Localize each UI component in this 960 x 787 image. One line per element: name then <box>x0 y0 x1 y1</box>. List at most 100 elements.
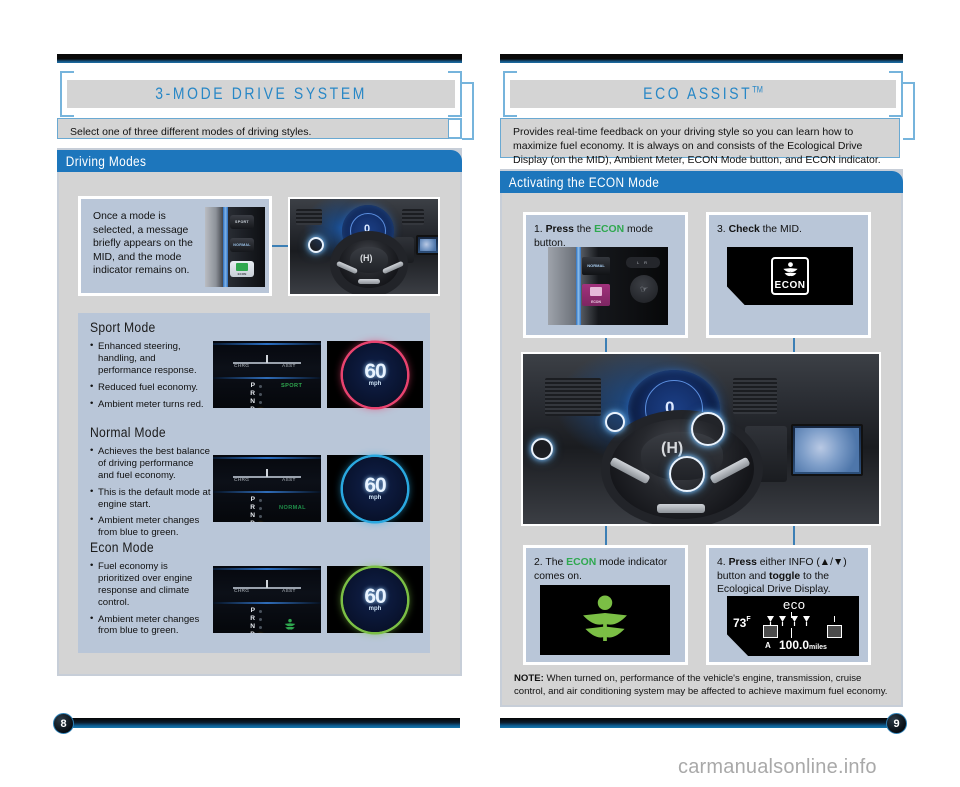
list-item: Reduced fuel economy. <box>90 381 212 394</box>
mode-button-highlight <box>308 237 324 253</box>
econ-badge: ECON <box>771 257 809 295</box>
odometer-unit: miles <box>809 644 827 651</box>
left-page-number: 8 <box>53 713 74 734</box>
right-page-number: 9 <box>886 713 907 734</box>
econ-ambient-gauge: 60 mph <box>327 566 423 633</box>
temperature-unit: F <box>746 616 751 623</box>
gear-dot-p <box>259 610 262 613</box>
step-4-number: 4. <box>717 557 726 568</box>
right-meter-swatch <box>827 625 842 638</box>
gear-d: D <box>245 520 255 522</box>
econ-leaf-icon <box>782 262 798 277</box>
step-2-before: The <box>545 557 567 568</box>
speed-unit: mph <box>368 381 382 387</box>
list-item: Fuel economy is prioritized over engine … <box>90 560 212 609</box>
econ-switch-photo[interactable]: ECON <box>582 284 610 306</box>
step-1-number: 1. <box>534 224 543 235</box>
nav-map-graphic <box>795 428 859 472</box>
ambient-ring-econ: 60 mph <box>343 567 407 632</box>
normal-ambient-gauge: 60 mph <box>327 455 423 522</box>
econ-button-photo: ECON <box>230 261 254 277</box>
odometer-reading: 100.0miles <box>779 638 827 652</box>
title-bracket-outer <box>462 82 474 140</box>
site-watermark: carmanualsonline.info <box>678 756 877 778</box>
list-item: Ambient meter changes from blue to green… <box>90 514 212 539</box>
driving-modes-header-label: Driving Modes <box>65 153 147 169</box>
chrg-label: CHRG <box>234 589 250 594</box>
gauge-needle <box>266 355 268 363</box>
intro-bracket-right <box>448 118 462 139</box>
step-4-bold: Press <box>728 557 757 568</box>
econ-mode-heading: Econ Mode <box>90 540 154 555</box>
gauge-needle <box>266 469 268 477</box>
sport-mid-display: CHRG ASST P R N D SPORT <box>213 341 321 408</box>
step4-connector-vertical <box>793 525 795 545</box>
gear-dot-r <box>259 393 262 396</box>
econ-mode-button-photo: NORMAL ECON L R ☞ <box>548 247 668 325</box>
mode-message-callout: Once a mode is selected, a message brief… <box>78 196 272 296</box>
right-intro-text: Provides real-time feedback on your driv… <box>500 118 900 166</box>
odometer-value: 100.0 <box>779 638 810 652</box>
mirror-dial-photo: ☞ <box>630 275 658 303</box>
sport-ambient-gauge: 60 mph <box>327 341 423 408</box>
step-1-accent: ECON <box>594 224 625 235</box>
list-item: Ambient meter changes from blue to green… <box>90 613 212 638</box>
driving-modes-header: Driving Modes <box>57 150 462 172</box>
page-title-text: ECO ASSIST <box>643 84 753 103</box>
mode-message-text: Once a mode is selected, a message brief… <box>93 211 193 277</box>
econ-button-highlight <box>531 438 553 460</box>
steering-wheel-dashboard-photo-large: 0 (H) <box>521 352 881 526</box>
right-page-title-box: ECO ASSISTTM <box>510 80 896 108</box>
normal-mode-bullets: Achieves the best balance of driving per… <box>90 445 212 544</box>
navigation-screen <box>416 235 438 255</box>
list-item: Achieves the best balance of driving per… <box>90 445 212 482</box>
gear-d: D <box>245 631 255 633</box>
left-page-title-box: 3-MODE DRIVE SYSTEM <box>67 80 455 108</box>
step2-connector-vertical <box>605 525 607 545</box>
step-1-panel: 1. Press the ECON mode button. NORMAL EC… <box>523 212 688 338</box>
speed-unit: mph <box>368 495 382 501</box>
step-2-text: 2. The ECON mode indicator comes on. <box>534 556 684 583</box>
ambient-ring-normal: 60 mph <box>343 456 407 521</box>
dash-vent-right <box>402 209 424 225</box>
chrg-label: CHRG <box>234 478 250 483</box>
gear-dot-p <box>259 385 262 388</box>
wheel-spoke-bottom <box>657 504 705 513</box>
trademark-symbol: TM <box>752 84 763 95</box>
econ-badge-label: ECON <box>774 280 806 291</box>
speed-value: 60 <box>364 474 386 497</box>
ecological-drive-display-photo: eco 73F A 100.0miles <box>727 596 859 656</box>
gear-d: D <box>245 406 255 408</box>
temperature-value: 73 <box>733 616 747 630</box>
note-label: NOTE: <box>514 673 544 684</box>
title-bracket-outer <box>903 82 915 140</box>
left-top-rule <box>57 54 462 63</box>
list-item: This is the default mode at engine start… <box>90 486 212 511</box>
gauge-needle <box>266 580 268 588</box>
mid-highlight <box>605 412 625 432</box>
center-tick-mark <box>791 612 793 618</box>
step-1-text: 1. Press the ECON mode button. <box>534 223 684 250</box>
econ-mode-bullets: Fuel economy is prioritized over engine … <box>90 560 212 642</box>
temperature-reading: 73F <box>733 616 751 630</box>
gear-dot-p <box>259 499 262 502</box>
mid-top-accent <box>213 343 321 345</box>
right-indicator-tick <box>834 616 836 622</box>
mid-divider <box>213 602 321 604</box>
honda-logo-icon: (H) <box>661 440 684 457</box>
navigation-screen <box>791 424 863 476</box>
note-text: When turned on, performance of the vehic… <box>514 673 888 697</box>
normal-mode-indicator-label: NORMAL <box>279 505 306 511</box>
gear-dot-n <box>259 626 262 629</box>
step1-connector-vertical <box>605 338 607 353</box>
econ-leaf-icon <box>583 595 627 641</box>
wheel-spoke-bottom <box>358 279 380 284</box>
right-bottom-rule <box>500 718 900 728</box>
gear-dot-n <box>259 515 262 518</box>
step-3-before: the MID. <box>759 224 802 235</box>
gear-dot-r <box>259 507 262 510</box>
asst-label: ASST <box>282 589 296 594</box>
sport-button-photo: SPORT <box>230 215 254 229</box>
drive-mode-buttons-photo: SPORT NORMAL ECON <box>205 207 265 287</box>
ambient-ring-sport: 60 mph <box>343 342 407 407</box>
